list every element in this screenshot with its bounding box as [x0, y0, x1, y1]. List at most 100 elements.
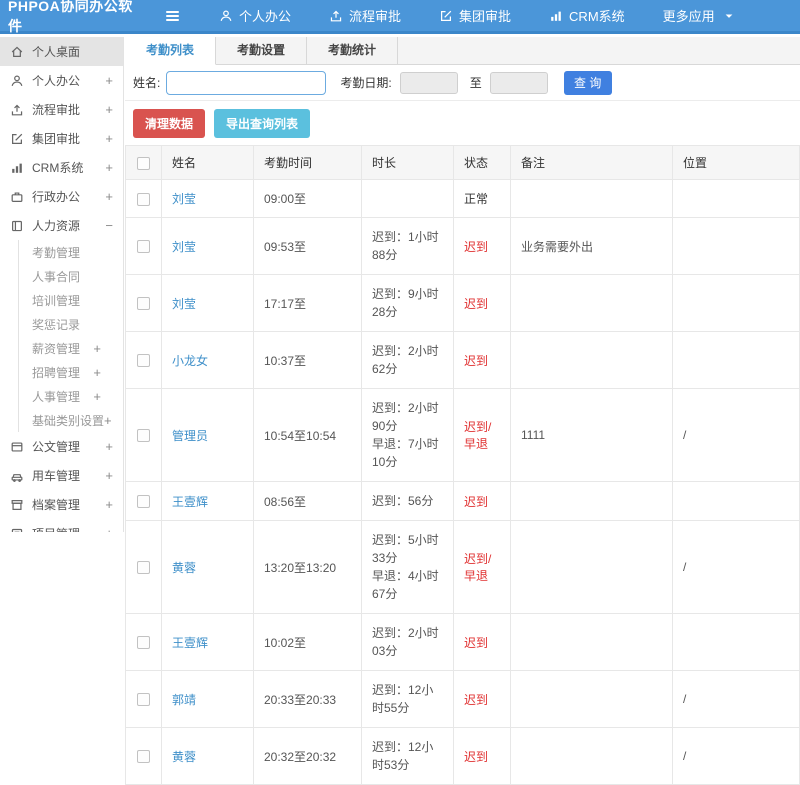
employee-name-link[interactable]: 小龙女 [172, 354, 208, 368]
duration-line1: 迟到：2小时03分 [372, 624, 443, 660]
table-row: 刘莹 17:17至 迟到：9小时28分 迟到 [126, 275, 800, 332]
date-to-input[interactable] [490, 72, 548, 94]
sidebar-item[interactable]: 奖惩记录 [0, 312, 123, 336]
header-time: 考勤时间 [254, 146, 362, 180]
sidebar-item[interactable]: 个人办公 + [0, 66, 123, 95]
sidebar-item[interactable]: CRM系统 + [0, 153, 123, 182]
row-checkbox[interactable] [137, 561, 150, 574]
employee-name-link[interactable]: 管理员 [172, 429, 208, 443]
location-cell [673, 275, 800, 332]
duration-line1: 迟到：9小时28分 [372, 285, 443, 321]
table-row: 王壹辉 08:56至 迟到：56分 迟到 [126, 482, 800, 521]
sidebar-item[interactable]: 考勤管理 [0, 240, 123, 264]
tab[interactable]: 考勤设置 [216, 37, 307, 64]
expand-toggle[interactable]: + [105, 160, 113, 175]
row-checkbox[interactable] [137, 354, 150, 367]
topnav-item[interactable]: 个人办公 [219, 6, 291, 25]
duration-line1: 迟到：12小时55分 [372, 681, 443, 717]
expand-toggle[interactable]: + [93, 389, 113, 404]
tab[interactable]: 考勤列表 [125, 37, 216, 65]
attendance-time: 10:02至 [254, 614, 362, 671]
row-checkbox[interactable] [137, 636, 150, 649]
employee-name-link[interactable]: 郭靖 [172, 693, 196, 707]
clean-data-button[interactable]: 清理数据 [133, 109, 205, 138]
expand-toggle[interactable]: + [105, 468, 113, 483]
topnav-item-label: 流程审批 [349, 6, 401, 25]
sidebar-item[interactable]: 档案管理 + [0, 490, 123, 519]
select-all-checkbox[interactable] [137, 157, 150, 170]
employee-name-link[interactable]: 黄蓉 [172, 750, 196, 764]
export-list-button[interactable]: 导出查询列表 [214, 109, 310, 138]
topnav-item-label: CRM系统 [569, 6, 625, 25]
chart-icon [549, 9, 563, 23]
briefcase-icon [10, 190, 24, 204]
attendance-time: 20:32至20:32 [254, 728, 362, 785]
table-row: 小龙女 10:37至 迟到：2小时62分 迟到 [126, 332, 800, 389]
menu-icon[interactable] [166, 11, 179, 21]
table-row: 刘莹 09:00至 正常 [126, 180, 800, 218]
query-button[interactable]: 查 询 [564, 71, 612, 95]
date-to-separator: 至 [470, 74, 482, 91]
row-checkbox[interactable] [137, 693, 150, 706]
sidebar-item-label: 流程审批 [32, 101, 80, 118]
location-cell [673, 614, 800, 671]
sidebar-item[interactable]: 项目管理 + [0, 519, 123, 532]
expand-toggle[interactable]: + [105, 189, 113, 204]
header-status: 状态 [454, 146, 511, 180]
employee-name-link[interactable]: 刘莹 [172, 192, 196, 206]
row-checkbox[interactable] [137, 750, 150, 763]
duration-cell: 迟到：1小时88分 [362, 218, 454, 275]
expand-toggle[interactable]: + [93, 341, 113, 356]
expand-toggle[interactable]: − [105, 218, 113, 233]
employee-name-link[interactable]: 刘莹 [172, 297, 196, 311]
header-remark: 备注 [511, 146, 673, 180]
topnav-item-label: 集团审批 [459, 6, 511, 25]
expand-toggle[interactable]: + [93, 365, 113, 380]
expand-toggle[interactable]: + [105, 497, 113, 512]
sidebar-item[interactable]: 招聘管理 + [0, 360, 123, 384]
sidebar-item[interactable]: 培训管理 [0, 288, 123, 312]
sidebar-item[interactable]: 行政办公 + [0, 182, 123, 211]
duration-line1: 迟到：2小时62分 [372, 342, 443, 378]
sidebar-item[interactable]: 薪资管理 + [0, 336, 123, 360]
sidebar-item-label: 基础类别设置 [32, 412, 104, 429]
sidebar-item[interactable]: 公文管理 + [0, 432, 123, 461]
sidebar-item[interactable]: 集团审批 + [0, 124, 123, 153]
topnav-item[interactable]: CRM系统 [549, 6, 625, 25]
topnav-item[interactable]: 更多应用 [663, 6, 735, 25]
remark-cell: 1111 [511, 389, 673, 482]
expand-toggle[interactable]: + [105, 439, 113, 454]
row-checkbox[interactable] [137, 429, 150, 442]
date-from-input[interactable] [400, 72, 458, 94]
sidebar-item[interactable]: 流程审批 + [0, 95, 123, 124]
sidebar-item[interactable]: 人事合同 [0, 264, 123, 288]
employee-name-link[interactable]: 黄蓉 [172, 561, 196, 575]
expand-toggle[interactable]: + [105, 526, 113, 532]
employee-name-link[interactable]: 刘莹 [172, 240, 196, 254]
tab[interactable]: 考勤统计 [307, 37, 398, 64]
expand-toggle[interactable]: + [105, 102, 113, 117]
sidebar-item-label: 行政办公 [32, 188, 80, 205]
employee-name-link[interactable]: 王壹辉 [172, 636, 208, 650]
duration-line1: 迟到：1小时88分 [372, 228, 443, 264]
sidebar-item-label: 公文管理 [32, 438, 80, 455]
name-input[interactable] [166, 71, 326, 95]
sidebar-item[interactable]: 人力资源 − [0, 211, 123, 240]
topnav-item[interactable]: 集团审批 [439, 6, 511, 25]
topnav-item[interactable]: 流程审批 [329, 6, 401, 25]
sidebar-item[interactable]: 用车管理 + [0, 461, 123, 490]
employee-name-link[interactable]: 王壹辉 [172, 495, 208, 509]
edit-icon [10, 132, 24, 146]
row-checkbox[interactable] [137, 495, 150, 508]
expand-toggle[interactable]: + [105, 73, 113, 88]
sidebar-item[interactable]: 基础类别设置 + [0, 408, 123, 432]
row-checkbox[interactable] [137, 297, 150, 310]
sidebar-item-label: 招聘管理 [32, 364, 80, 381]
sidebar-item[interactable]: 人事管理 + [0, 384, 123, 408]
attendance-time: 10:37至 [254, 332, 362, 389]
expand-toggle[interactable]: + [105, 131, 113, 146]
sidebar-item[interactable]: 个人桌面 [0, 37, 123, 66]
row-checkbox[interactable] [137, 240, 150, 253]
expand-toggle[interactable]: + [104, 413, 124, 428]
row-checkbox[interactable] [137, 193, 150, 206]
